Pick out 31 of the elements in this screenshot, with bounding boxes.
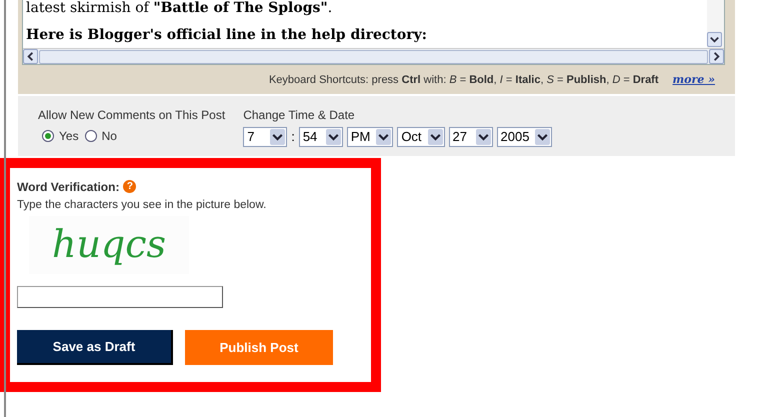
scroll-left-button[interactable]	[23, 49, 38, 64]
answer-field[interactable]	[17, 286, 223, 308]
editor-paragraph: Here is Blogger's official line in the help directory:	[26, 27, 428, 44]
more-link[interactable]: more »	[672, 72, 715, 88]
keyboard-shortcuts-text: Keyboard Shortcuts: press Ctrl with: B = Bold, I = Italic, S = Publish, D = Draft	[268, 73, 659, 88]
dropdown[interactable]: PM	[346, 126, 394, 146]
radio-icon[interactable]	[42, 130, 54, 142]
caret-icon	[535, 128, 550, 144]
scroll-down-button[interactable]	[707, 32, 722, 47]
instruction-text: Type the characters you see in the picture below.	[17, 198, 268, 212]
caret-icon	[326, 128, 341, 144]
dropdown[interactable]: Oct	[397, 126, 445, 146]
dropdown[interactable]: 27	[448, 126, 493, 146]
comments-label: Allow New Comments on This Post	[38, 106, 226, 124]
radio-icon[interactable]	[84, 130, 97, 142]
time-separator: :	[291, 128, 295, 146]
dropdown[interactable]: 2005	[496, 126, 552, 146]
time-date-label: Change Time & Date	[243, 106, 356, 124]
save-draft-button[interactable]: Save as Draft	[17, 330, 173, 365]
radio-option[interactable]: No	[84, 126, 117, 144]
caret-icon	[476, 128, 491, 144]
scroll-right-button[interactable]	[709, 49, 724, 64]
dropdown[interactable]: 54	[298, 126, 343, 146]
radio-option[interactable]: Yes	[42, 126, 79, 144]
caret-icon	[270, 128, 286, 144]
word-verification-title: Word Verification:	[17, 178, 120, 196]
editor-paragraph: latest skirmish of "Battle of The Splogs".	[26, 0, 334, 17]
caret-icon	[376, 128, 392, 144]
scrollbar-thumb[interactable]	[39, 50, 708, 64]
dropdown[interactable]: 7	[243, 126, 288, 146]
caret-icon	[428, 128, 443, 144]
